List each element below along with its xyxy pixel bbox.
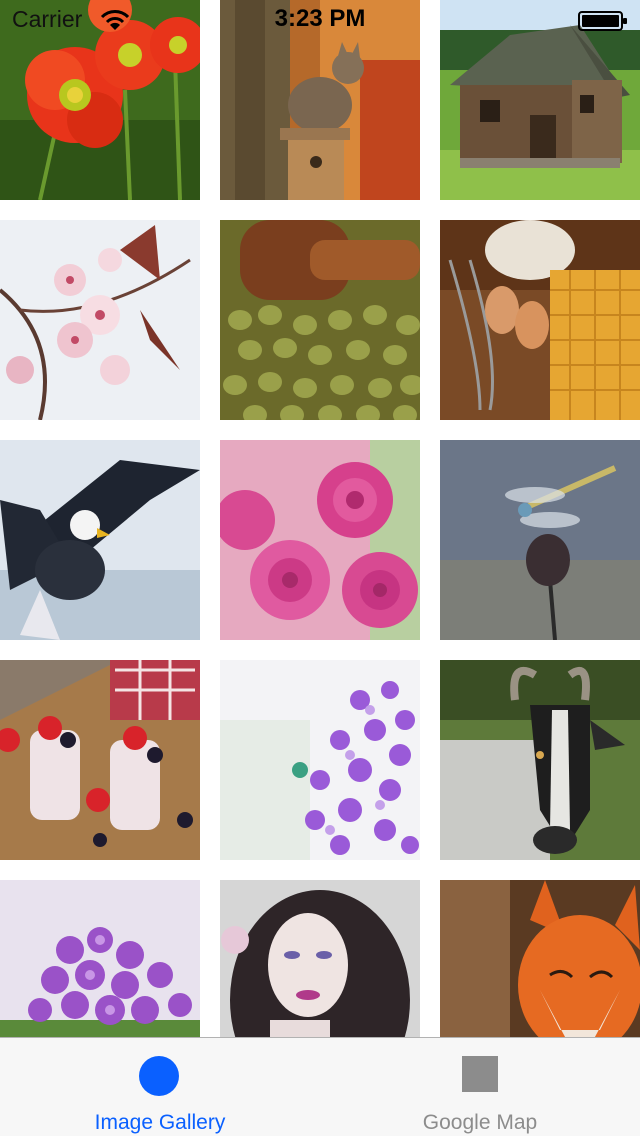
image-gallery-grid[interactable]: [0, 0, 640, 1037]
tab-label-image-gallery: Image Gallery: [94, 1111, 226, 1134]
gallery-image-berry-parfaits[interactable]: [0, 660, 200, 860]
status-bar: Carrier 3:23 PM: [0, 0, 640, 40]
tab-bar: Image Gallery Google Map: [0, 1037, 640, 1136]
status-time: 3:23 PM: [274, 5, 366, 32]
tab-google-map[interactable]: Google Map: [320, 1038, 640, 1136]
gallery-image-woman-portrait[interactable]: [220, 880, 420, 1037]
gallery-image-pink-roses[interactable]: [220, 440, 420, 640]
battery-icon: [578, 11, 627, 31]
gallery-image-purple-flowers[interactable]: [220, 660, 420, 860]
gallery-image-dragonfly-on-thistle[interactable]: [440, 440, 640, 640]
circle-icon: [139, 1056, 179, 1096]
gallery-image-green-olives[interactable]: [220, 220, 420, 420]
tab-image-gallery[interactable]: Image Gallery: [0, 1038, 320, 1136]
square-icon: [462, 1056, 498, 1092]
gallery-image-violet-flowers[interactable]: [0, 880, 200, 1037]
gallery-image-eggs-and-waffles[interactable]: [440, 220, 640, 420]
tab-label-google-map: Google Map: [422, 1111, 538, 1134]
gallery-image-bald-eagle[interactable]: [0, 440, 200, 640]
gallery-image-red-fox[interactable]: [440, 880, 640, 1037]
gallery-image-cherry-blossoms[interactable]: [0, 220, 200, 420]
gallery-image-goat[interactable]: [440, 660, 640, 860]
